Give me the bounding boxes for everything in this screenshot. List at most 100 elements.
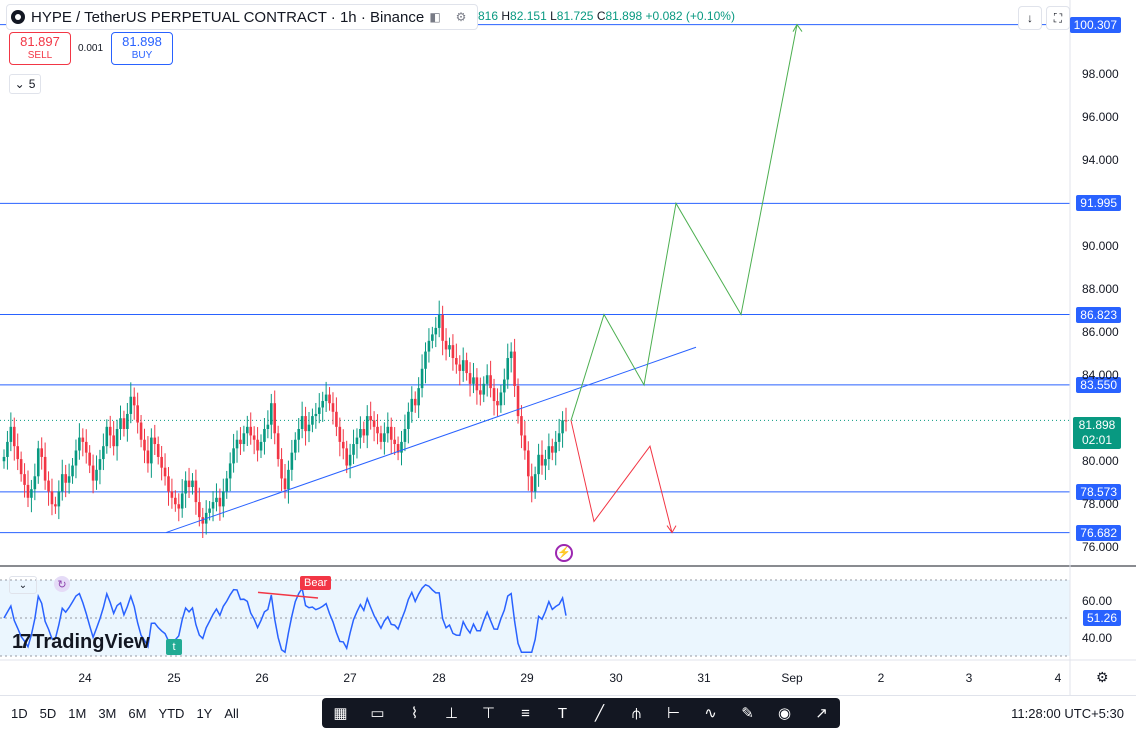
range-button-1y[interactable]: 1Y xyxy=(195,704,213,723)
brush-icon[interactable]: ✎ xyxy=(736,704,760,722)
tradingview-logo[interactable]: 17 TradingView xyxy=(12,631,150,654)
refresh-icon[interactable]: ↻ xyxy=(54,576,70,592)
candle-body xyxy=(554,441,558,453)
candle-body xyxy=(475,377,479,391)
candle-body xyxy=(273,403,277,434)
line-icon[interactable]: ╱ xyxy=(588,704,612,722)
candle-body xyxy=(167,476,170,492)
candle-body xyxy=(26,484,30,498)
candle-body xyxy=(105,426,109,447)
candle-body xyxy=(71,465,74,477)
ohlc-low: 81.725 xyxy=(556,9,594,23)
buy-button[interactable]: 81.898 BUY xyxy=(111,32,173,65)
candle-body xyxy=(263,428,266,442)
candle-body xyxy=(499,392,503,406)
candle-body xyxy=(112,435,115,447)
range-button-3m[interactable]: 3M xyxy=(97,704,117,723)
candle-body xyxy=(410,398,414,412)
long-position-icon[interactable]: ⊥ xyxy=(440,704,464,722)
lightning-icon[interactable]: ⚡ xyxy=(555,544,573,562)
eye-settings-icon[interactable]: ⚙ xyxy=(453,9,469,25)
candle-body xyxy=(194,480,198,503)
candle-body xyxy=(115,428,119,447)
candle-body xyxy=(403,428,407,442)
candle-body xyxy=(242,433,246,445)
time-tick: 26 xyxy=(255,671,269,685)
pitchfork-icon[interactable]: ⫛ xyxy=(625,705,649,722)
zigzag-icon[interactable]: ⌇ xyxy=(403,704,427,722)
candle-body xyxy=(88,452,91,466)
price-tick: 80.000 xyxy=(1082,454,1119,469)
hype-logo-icon xyxy=(11,10,25,24)
candle-body xyxy=(393,439,396,445)
candle-body xyxy=(108,426,112,436)
candle-body xyxy=(297,428,301,440)
candle-body xyxy=(129,396,133,414)
clock[interactable]: 11:28:00 UTC+5:30 xyxy=(1011,706,1124,721)
time-tick: 29 xyxy=(520,671,534,685)
candle-body xyxy=(489,375,492,389)
ohlc-open: 816 xyxy=(478,9,499,23)
range-button-5d[interactable]: 5D xyxy=(39,704,58,723)
level-price-tag: 100.307 xyxy=(1069,16,1121,33)
volume-profile-icon[interactable]: ⊢ xyxy=(662,704,686,722)
candle-body xyxy=(150,437,153,464)
candle-body xyxy=(139,422,143,440)
price-tick: 98.000 xyxy=(1082,67,1119,82)
path-icon[interactable]: ∿ xyxy=(699,704,723,722)
short-position-icon[interactable]: ⊤ xyxy=(477,704,501,722)
candle-body xyxy=(50,491,54,505)
candle-body xyxy=(427,340,431,352)
sell-price: 81.897 xyxy=(20,34,60,49)
candle-body xyxy=(16,446,20,460)
sell-button[interactable]: 81.897 SELL xyxy=(9,32,71,65)
candle-body xyxy=(537,454,540,475)
indicators-collapse-button[interactable]: ⌄ 5 xyxy=(9,74,41,94)
indicator-badge: t xyxy=(166,639,182,655)
level-price-tag: 86.823 xyxy=(1076,306,1121,323)
candle-body xyxy=(102,446,105,460)
price-tick: 94.000 xyxy=(1082,153,1119,168)
scroll-down-button[interactable]: ↓ xyxy=(1018,6,1042,30)
candle-body xyxy=(417,388,420,406)
text-icon[interactable]: T xyxy=(551,705,575,722)
fib-icon[interactable]: ≡ xyxy=(514,705,538,722)
calendar-icon[interactable]: ▦ xyxy=(329,704,353,722)
candle-body xyxy=(355,437,359,445)
arrow-icon[interactable]: ↗ xyxy=(810,704,834,722)
maximize-button[interactable]: ⛶ xyxy=(1046,6,1070,30)
eye-icon[interactable]: ◉ xyxy=(773,704,797,722)
candle-body xyxy=(119,418,122,429)
time-tick: 2 xyxy=(877,671,885,685)
chart-canvas[interactable] xyxy=(0,0,1136,731)
candle-body xyxy=(544,459,547,466)
buy-label: BUY xyxy=(131,50,153,61)
range-button-6m[interactable]: 6M xyxy=(127,704,147,723)
bar-countdown: 02:01 xyxy=(1081,433,1113,447)
range-button-1d[interactable]: 1D xyxy=(10,704,29,723)
candle-body xyxy=(503,379,506,393)
range-button-1m[interactable]: 1M xyxy=(67,704,87,723)
candle-body xyxy=(2,456,6,462)
ohlc-high: 82.151 xyxy=(510,9,547,23)
rectangle-icon[interactable]: ▭ xyxy=(366,704,390,722)
candle-body xyxy=(122,418,126,429)
range-button-all[interactable]: All xyxy=(223,704,239,723)
candle-body xyxy=(160,456,163,468)
flag-icon[interactable]: ◧ xyxy=(427,9,443,25)
chevron-down-icon: ⌄ xyxy=(18,579,28,591)
candle-body xyxy=(331,403,335,412)
candle-body xyxy=(163,467,167,477)
candle-body xyxy=(314,413,318,417)
candle-body xyxy=(461,360,465,371)
candle-body xyxy=(98,459,102,470)
candle-body xyxy=(458,364,462,371)
gear-icon[interactable]: ⚙ xyxy=(1096,669,1109,686)
candle-body xyxy=(513,351,516,386)
symbol-header[interactable]: HYPE / TetherUS PERPETUAL CONTRACT · 1h … xyxy=(6,4,478,30)
indicator-collapse-button[interactable]: ⌄ xyxy=(9,576,37,594)
candle-body xyxy=(300,416,304,429)
candle-body xyxy=(424,351,427,369)
range-button-ytd[interactable]: YTD xyxy=(157,704,185,723)
candle-body xyxy=(60,474,64,492)
